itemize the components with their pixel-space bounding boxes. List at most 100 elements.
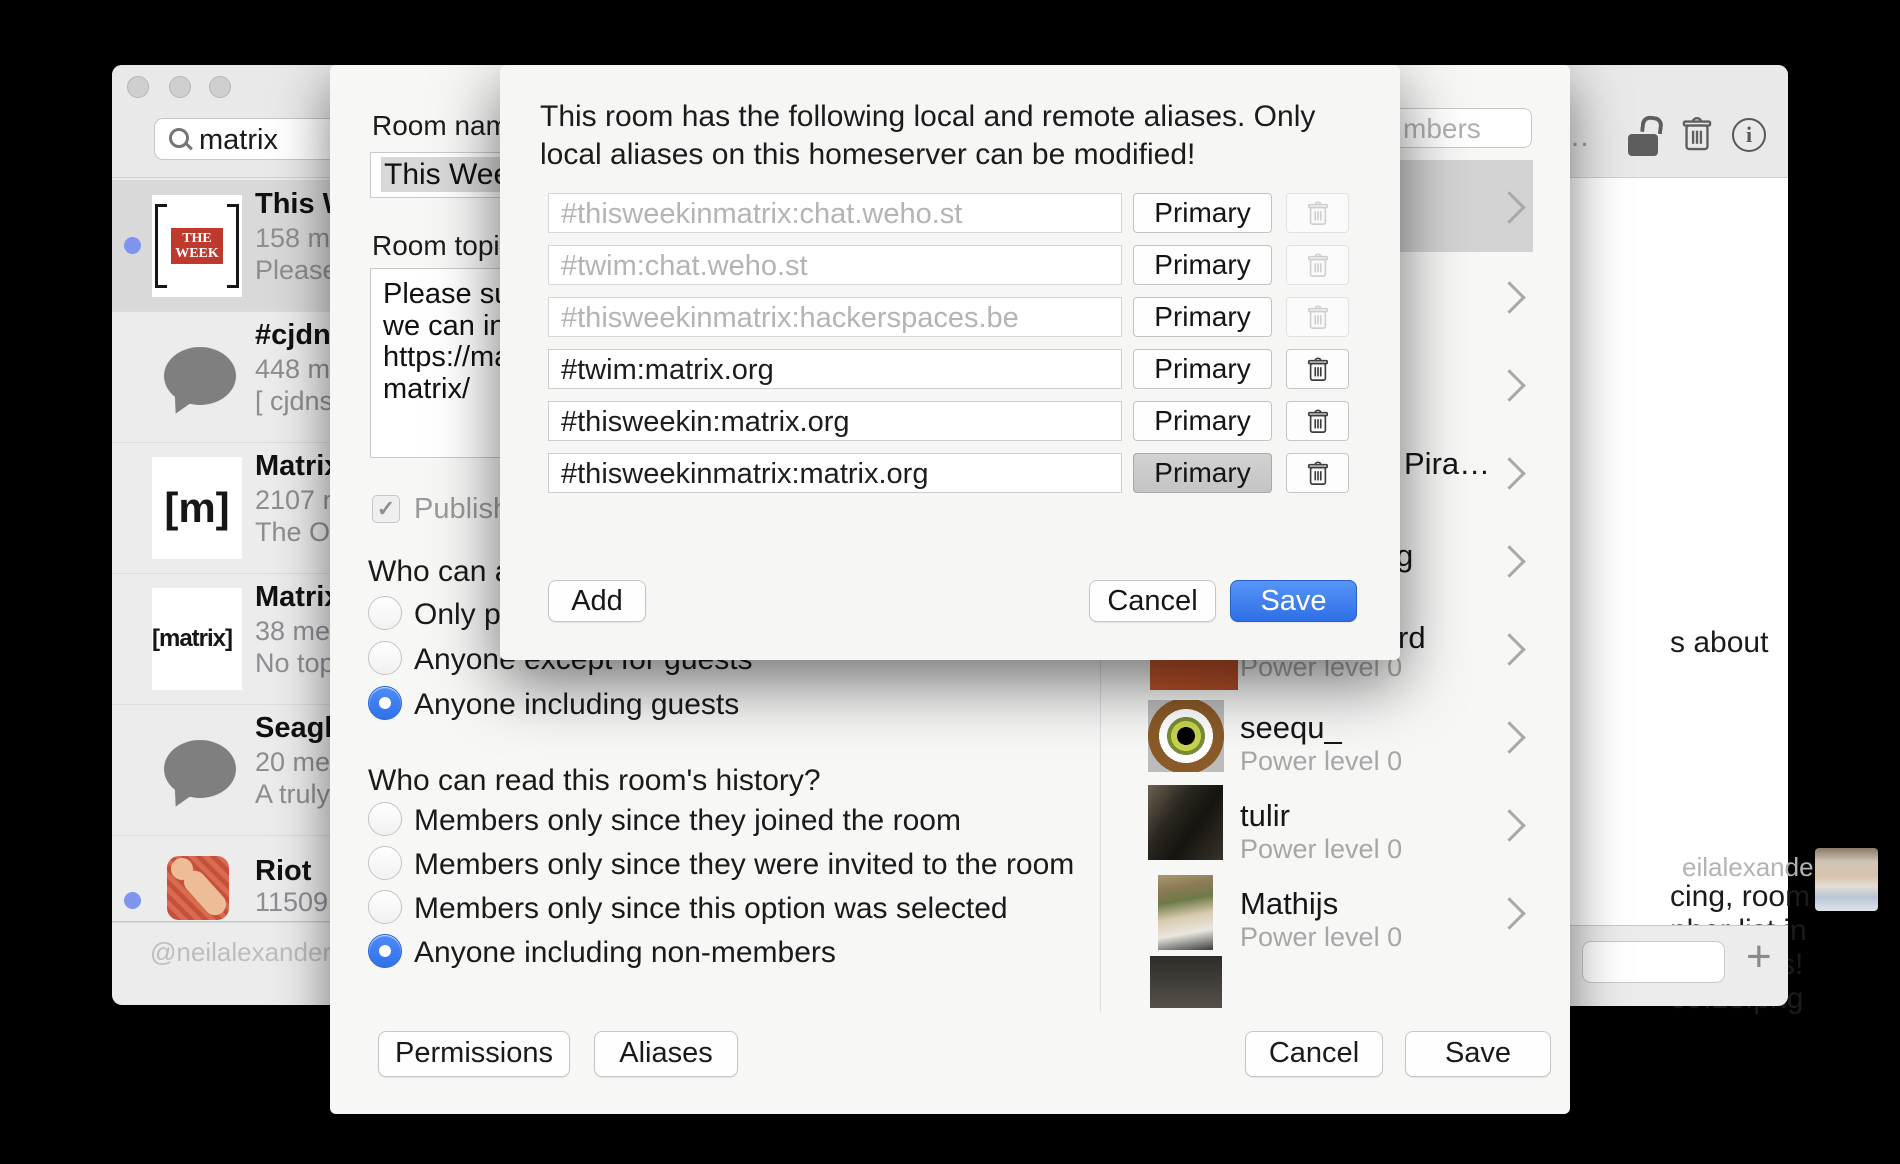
room-member-count: 38 me [255,616,330,647]
member-name[interactable]: rd [1398,620,1426,656]
aliases-message: This room has the following local and re… [540,98,1350,174]
search-icon [169,128,189,148]
room-avatar-bubble-icon [164,347,236,405]
alias-row: #twim:matrix.org Primary [500,349,1400,389]
chevron-right-icon [1493,369,1526,402]
room-avatar-matrix-logo: [matrix] [152,588,242,690]
room-row-matrix-hq[interactable]: [m] Matrix 2107 n The Ot [112,442,330,574]
member-name[interactable]: seequ_ [1240,710,1342,746]
chevron-right-icon [1493,897,1526,930]
trash-icon [1306,356,1330,383]
permissions-button[interactable]: Permissions [378,1031,570,1077]
traffic-light-minimize[interactable] [169,76,191,98]
room-topic-preview: No top [255,648,335,679]
screenshot-canvas: matrix … THE WEEK [0,0,1900,1164]
room-topic-preview: The Ot [255,517,338,548]
room-row-thisweekinmatrix[interactable]: THE WEEK This W 158 me Please [112,180,330,312]
alias-field[interactable]: #thisweekinmatrix:matrix.org [548,453,1122,493]
member-avatar [1148,700,1224,772]
primary-button[interactable]: Primary [1133,453,1272,493]
aliases-button[interactable]: Aliases [594,1031,738,1077]
room-row-matrix[interactable]: [matrix] Matrix 38 me No top [112,573,330,705]
settings-cancel-button[interactable]: Cancel [1245,1031,1383,1077]
info-icon[interactable] [1732,118,1766,152]
search-value: matrix [199,124,278,157]
delete-alias-button[interactable] [1286,453,1349,493]
logged-in-user: @neilalexander: [150,937,338,968]
room-member-count: 448 m [255,354,330,385]
primary-button[interactable]: Primary [1133,245,1272,285]
room-row-cjdns[interactable]: #cjdns 448 m [ cjdns [112,311,330,443]
trash-icon [1306,408,1330,435]
traffic-light-close[interactable] [127,76,149,98]
alias-field: #twim:chat.weho.st [548,245,1122,285]
history-option-label: Members only since this option was selec… [414,892,1008,926]
chevron-right-icon [1493,721,1526,754]
aliases-cancel-button[interactable]: Cancel [1089,580,1216,622]
member-avatar [1150,956,1222,1008]
member-avatar [1148,785,1223,860]
delete-alias-button [1286,245,1349,285]
message-input[interactable] [1582,941,1725,983]
primary-button[interactable]: Primary [1133,193,1272,233]
access-option-label: Anyone including guests [414,688,739,722]
trash-icon [1306,460,1330,487]
access-radio-no-guests[interactable] [368,641,402,675]
chevron-right-icon [1493,281,1526,314]
statusbar-divider [112,921,330,922]
alias-field[interactable]: #twim:matrix.org [548,349,1122,389]
room-name: Matrix [255,450,340,483]
history-option-label: Anyone including non-members [414,936,836,970]
member-name[interactable]: tulir [1240,798,1290,834]
aliases-save-button[interactable]: Save [1230,580,1357,622]
alias-field[interactable]: #thisweekin:matrix.org [548,401,1122,441]
attach-plus-icon[interactable] [1746,932,1772,982]
trash-icon [1306,252,1330,279]
settings-save-button[interactable]: Save [1405,1031,1551,1077]
room-avatar-matrix-m: [m] [152,457,242,559]
alias-row: #thisweekinmatrix:chat.weho.st Primary [500,193,1400,233]
primary-button[interactable]: Primary [1133,297,1272,337]
history-radio-selected[interactable] [368,890,402,924]
history-radio-joined[interactable] [368,802,402,836]
add-alias-button[interactable]: Add [548,580,646,622]
unread-dot [124,892,141,909]
delete-alias-button[interactable] [1286,401,1349,441]
chat-line: cing, room [1670,880,1810,914]
chevron-right-icon [1493,457,1526,490]
primary-button[interactable]: Primary [1133,349,1272,389]
chevron-right-icon [1493,809,1526,842]
delete-alias-button[interactable] [1286,349,1349,389]
alias-row: #thisweekin:matrix.org Primary [500,401,1400,441]
unlock-icon[interactable] [1628,117,1658,157]
member-power-level: Power level 0 [1240,922,1402,953]
trash-icon [1306,200,1330,227]
history-radio-anyone[interactable] [368,934,402,968]
access-radio-only-invited[interactable] [368,596,402,630]
room-name: Riot [255,855,311,888]
room-member-count: 11509 [255,887,328,918]
room-topic-preview: [ cjdns [255,386,333,417]
history-option-label: Members only since they were invited to … [414,848,1074,882]
room-name: Matrix [255,581,340,614]
history-radio-invited[interactable] [368,846,402,880]
alias-row: #twim:chat.weho.st Primary [500,245,1400,285]
message-compose-bar [1570,925,1788,1006]
traffic-light-zoom[interactable] [209,76,231,98]
alias-row: #thisweekinmatrix:hackerspaces.be Primar… [500,297,1400,337]
trash-icon[interactable] [1680,115,1714,158]
chat-message-fragment: s about [1670,626,1768,660]
delete-alias-button [1286,297,1349,337]
alias-field: #thisweekinmatrix:hackerspaces.be [548,297,1122,337]
publish-checkbox[interactable] [372,495,400,523]
access-radio-anyone-guests[interactable] [368,686,402,720]
primary-button[interactable]: Primary [1133,401,1272,441]
unread-dot [124,237,141,254]
member-power-level: Power level 0 [1240,746,1402,777]
room-avatar-bubble-icon [164,740,236,798]
member-name[interactable]: Mathijs [1240,886,1338,922]
history-question-label: Who can read this room's history? [368,764,821,798]
room-row-seaglass[interactable]: Seagla 20 me A truly [112,704,330,836]
member-name[interactable]: Pira… [1404,446,1490,482]
room-row-riot[interactable]: Riot 11509 [112,835,330,923]
